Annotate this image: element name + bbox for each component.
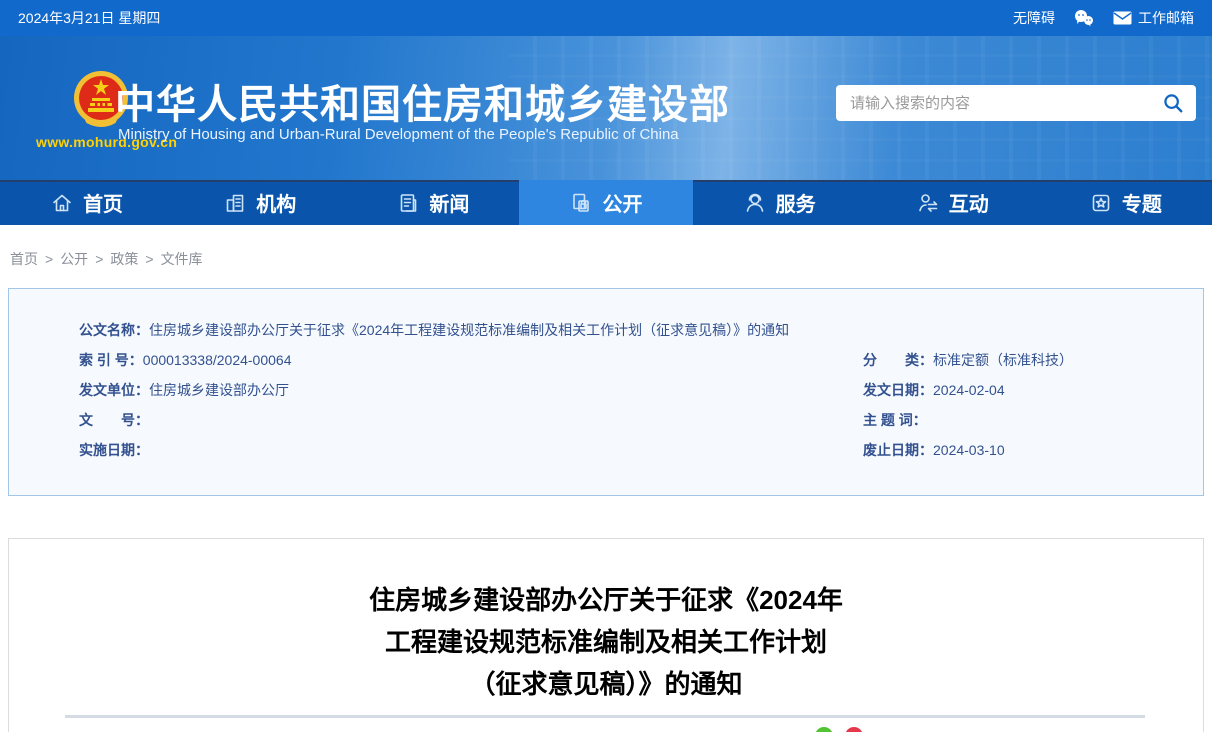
doc-issue-date-label: 发文日期： [863,382,933,398]
nav-item-service[interactable]: 服务 [693,180,866,225]
main-navigation: 首页 机构 新闻 公开 服务 互动 专题 [0,180,1212,225]
nav-item-disclosure[interactable]: 公开 [519,180,693,225]
breadcrumb-policy[interactable]: 政策 [110,251,138,267]
doc-subject-label: 主 题 词： [863,412,927,428]
nav-item-topics[interactable]: 专题 [1039,180,1212,225]
nav-item-home[interactable]: 首页 [0,180,173,225]
doc-subject-row: 主 题 词： [863,405,1173,435]
doc-name-row: 公文名称：住房城乡建设部办公厅关于征求《2024年工程建设规范标准编制及相关工作… [79,315,1173,345]
doc-implementation-date-row: 实施日期： [79,435,799,465]
weibo-share-icon[interactable] [845,727,863,732]
nav-label: 专题 [1121,194,1162,216]
doc-number-label: 文 号： [79,412,149,428]
search-input[interactable] [850,94,1160,112]
mail-icon [1113,11,1132,25]
doc-name-value: 住房城乡建设部办公厅关于征求《2024年工程建设规范标准编制及相关工作计划（征求… [149,322,790,338]
breadcrumb-separator: > [145,251,154,267]
doc-issuer-label: 发文单位： [79,382,149,398]
work-mailbox-link[interactable]: 工作邮箱 [1113,8,1194,28]
nav-label: 新闻 [429,194,470,216]
interaction-icon [918,193,938,212]
home-icon [53,194,71,211]
search-icon [1164,94,1183,113]
article-title: 住房城乡建设部办公厅关于征求《2024年 工程建设规范标准编制及相关工作计划 （… [369,585,843,699]
doc-index-row: 索 引 号：000013338/2024-00064 [79,345,799,375]
work-mailbox-label: 工作邮箱 [1138,10,1194,26]
breadcrumb-library[interactable]: 文件库 [161,251,203,267]
nav-label: 互动 [948,194,989,216]
doc-issuer-value: 住房城乡建设部办公厅 [149,382,289,398]
document-metadata-box: 公文名称：住房城乡建设部办公厅关于征求《2024年工程建设规范标准编制及相关工作… [8,288,1204,496]
topbar-date: 2024年3月21日 星期四 [18,10,161,26]
doc-name-label: 公文名称： [79,322,149,338]
article-content-box: 住房城乡建设部办公厅关于征求《2024年 工程建设规范标准编制及相关工作计划 （… [8,538,1204,732]
nav-label: 首页 [83,194,124,216]
service-icon [746,193,763,212]
search-button[interactable] [1160,90,1186,116]
nav-label: 公开 [602,194,643,216]
doc-category-value: 标准定额（标准科技） [933,352,1073,368]
doc-category-row: 分 类：标准定额（标准科技） [863,345,1173,375]
article-divider [65,715,1145,718]
site-title: 中华人民共和国住房和城乡建设部 [115,83,730,127]
nav-item-interaction[interactable]: 互动 [866,180,1039,225]
doc-repeal-date-row: 废止日期：2024-03-10 [863,435,1173,465]
breadcrumb-disclosure[interactable]: 公开 [60,251,88,267]
doc-repeal-date-value: 2024-03-10 [933,442,1005,458]
nav-label: 服务 [775,194,816,216]
organization-icon [226,194,244,212]
topics-icon [1092,194,1110,211]
breadcrumb-home[interactable]: 首页 [10,251,38,267]
news-icon [401,193,417,212]
site-subtitle: Ministry of Housing and Urban-Rural Deve… [118,126,679,143]
doc-issue-date-row: 发文日期：2024-02-04 [863,375,1173,405]
breadcrumb-separator: > [95,251,104,267]
nav-item-news[interactable]: 新闻 [346,180,519,225]
search-box [836,85,1196,121]
doc-category-label: 分 类： [863,352,933,368]
doc-index-label: 索 引 号： [79,352,143,368]
doc-implementation-date-label: 实施日期： [79,442,149,458]
breadcrumb-separator: > [45,251,54,267]
wechat-icon[interactable] [1073,9,1095,27]
doc-repeal-date-label: 废止日期： [863,442,933,458]
disclosure-icon [573,193,590,212]
doc-issue-date-value: 2024-02-04 [933,382,1005,398]
nav-label: 机构 [256,194,297,216]
doc-issuer-row: 发文单位：住房城乡建设部办公厅 [79,375,799,405]
wechat-share-icon[interactable] [815,727,833,732]
breadcrumb: 首页 > 公开 > 政策 > 文件库 [0,225,1212,288]
site-banner: www.mohurd.gov.cn 中华人民共和国住房和城乡建设部 Minist… [0,36,1212,180]
doc-index-value: 000013338/2024-00064 [142,352,292,368]
top-utility-bar: 2024年3月21日 星期四 无障碍 工作邮箱 [0,0,1212,36]
accessibility-link[interactable]: 无障碍 [1013,8,1055,28]
share-icons [815,727,863,732]
doc-number-row: 文 号： [79,405,799,435]
nav-item-organization[interactable]: 机构 [173,180,346,225]
